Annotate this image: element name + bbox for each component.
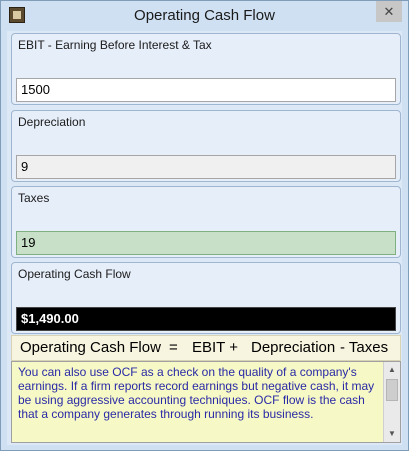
scroll-thumb[interactable]: [386, 379, 398, 401]
formula-equals: =: [169, 339, 178, 356]
formula-ocf: Operating Cash Flow: [20, 339, 161, 356]
client-area: EBIT - Earning Before Interest & Tax 150…: [7, 31, 402, 445]
scroll-down-icon[interactable]: ▼: [384, 426, 400, 442]
close-button[interactable]: ✕: [376, 1, 402, 22]
ocf-result-field: $1,490.00: [16, 307, 396, 331]
ebit-label: EBIT - Earning Before Interest & Tax: [18, 38, 212, 52]
ocf-label: Operating Cash Flow: [18, 267, 131, 281]
info-note-text: You can also use OCF as a check on the q…: [18, 365, 375, 421]
ebit-group: EBIT - Earning Before Interest & Tax 150…: [11, 33, 401, 105]
depreciation-label: Depreciation: [18, 115, 86, 129]
taxes-input[interactable]: 19: [16, 231, 396, 255]
formula-depreciation: Depreciation: [251, 339, 336, 356]
ebit-input[interactable]: 1500: [16, 78, 396, 102]
formula-ebit: EBIT +: [192, 339, 238, 356]
formula-taxes: - Taxes: [340, 339, 389, 356]
title-bar[interactable]: Operating Cash Flow ✕: [1, 1, 408, 31]
note-scrollbar[interactable]: ▲ ▼: [383, 362, 400, 442]
formula-bar: Operating Cash Flow = EBIT + Depreciatio…: [11, 335, 401, 361]
taxes-label: Taxes: [18, 191, 50, 205]
app-window: Operating Cash Flow ✕ EBIT - Earning Bef…: [0, 0, 409, 451]
scroll-up-icon[interactable]: ▲: [384, 362, 400, 378]
depreciation-group: Depreciation 9: [11, 110, 401, 182]
window-title: Operating Cash Flow: [134, 7, 275, 24]
info-note[interactable]: You can also use OCF as a check on the q…: [11, 361, 401, 443]
ocf-group: Operating Cash Flow $1,490.00: [11, 262, 401, 334]
taxes-group: Taxes 19: [11, 186, 401, 258]
depreciation-input[interactable]: 9: [16, 155, 396, 179]
